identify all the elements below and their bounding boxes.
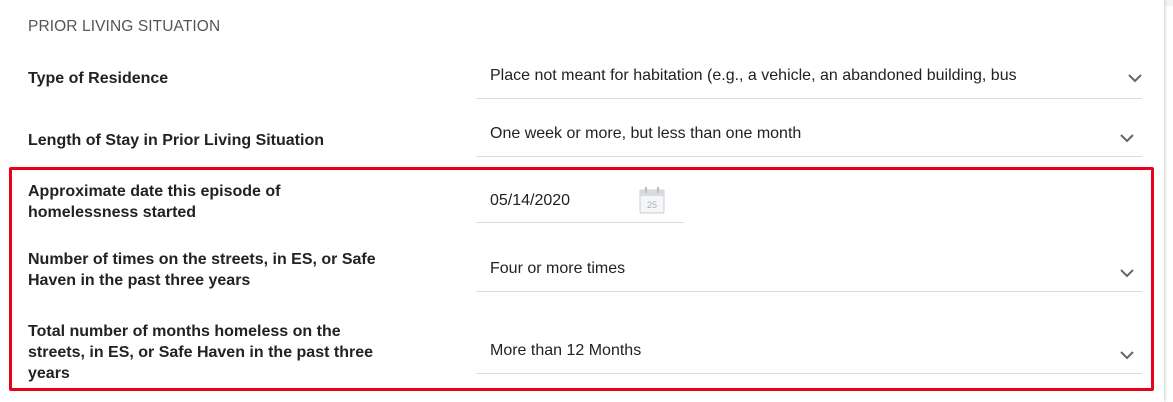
chevron-down-icon bbox=[1128, 74, 1142, 83]
chevron-down-icon bbox=[1120, 351, 1134, 360]
times-on-streets-label: Number of times on the streets, in ES, o… bbox=[28, 251, 376, 289]
type-of-residence-label: Type of Residence bbox=[28, 70, 169, 87]
section-title: PRIOR LIVING SITUATION bbox=[28, 18, 221, 35]
months-homeless-select[interactable]: More than 12 Months bbox=[476, 337, 1142, 374]
times-on-streets-value: Four or more times bbox=[490, 260, 626, 277]
prior-living-situation-card: PRIOR LIVING SITUATION Type of Residence… bbox=[0, 0, 1164, 402]
type-of-residence-select[interactable]: Place not meant for habitation (e.g., a … bbox=[476, 62, 1142, 99]
length-of-stay-label: Length of Stay in Prior Living Situation bbox=[28, 132, 324, 149]
type-of-residence-value: Place not meant for habitation (e.g., a … bbox=[490, 67, 1017, 84]
length-of-stay-select[interactable]: One week or more, but less than one mont… bbox=[476, 120, 1142, 157]
chevron-down-icon bbox=[1120, 134, 1134, 143]
months-homeless-value: More than 12 Months bbox=[490, 342, 642, 359]
episode-date-value: 05/14/2020 bbox=[490, 192, 571, 209]
times-on-streets-select[interactable]: Four or more times bbox=[476, 255, 1142, 292]
months-homeless-label: Total number of months homeless on the s… bbox=[28, 323, 373, 382]
chevron-down-icon bbox=[1120, 269, 1134, 278]
episode-date-input[interactable]: 05/14/2020 25 bbox=[476, 180, 684, 223]
calendar-day-text: 25 bbox=[647, 200, 657, 210]
calendar-icon[interactable]: 25 bbox=[636, 184, 668, 216]
episode-date-label: Approximate date this episode of homeles… bbox=[28, 183, 281, 221]
length-of-stay-value: One week or more, but less than one mont… bbox=[490, 125, 802, 142]
